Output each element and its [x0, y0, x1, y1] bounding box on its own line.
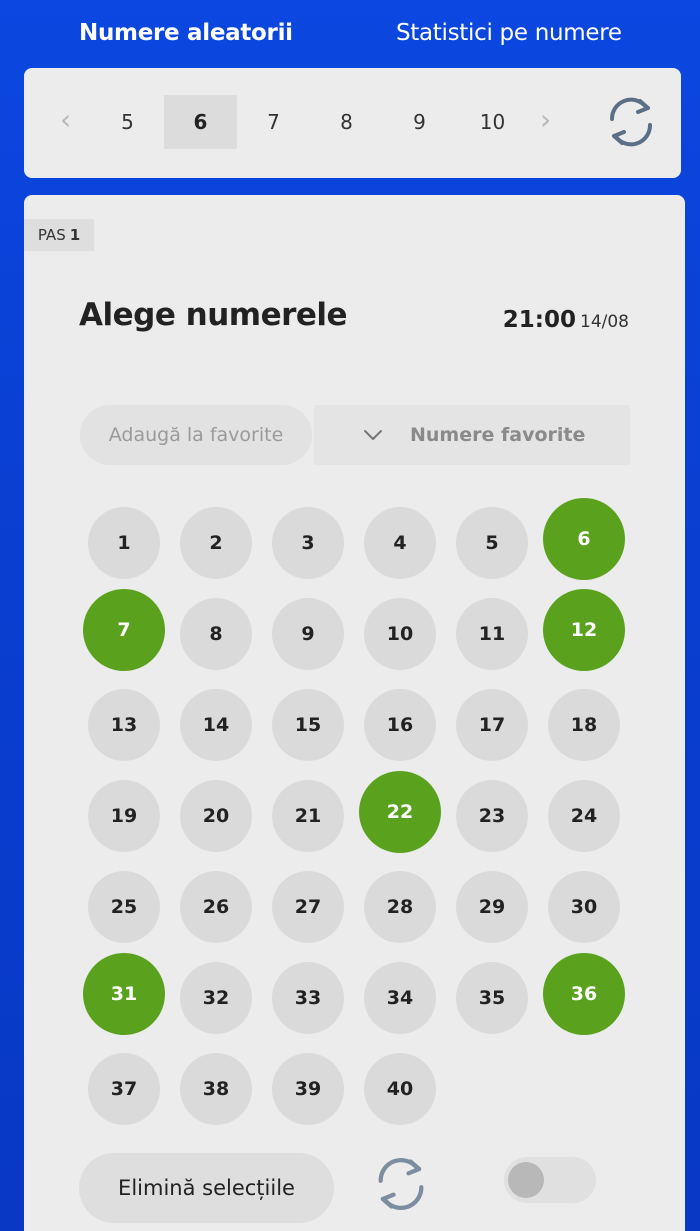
number-ball-selected[interactable]: 31	[83, 953, 165, 1035]
number-ball[interactable]: 20	[180, 780, 252, 852]
toggle-knob	[508, 1162, 544, 1198]
number-ball-selected[interactable]: 22	[359, 771, 441, 853]
number-ball[interactable]: 35	[456, 962, 528, 1034]
number-ball[interactable]: 23	[456, 780, 528, 852]
number-ball[interactable]: 37	[88, 1053, 160, 1125]
step-number: 1	[69, 226, 81, 244]
number-ball-selected[interactable]: 36	[543, 953, 625, 1035]
number-ball[interactable]: 26	[180, 871, 252, 943]
number-ball[interactable]: 4	[364, 507, 436, 579]
clear-selections-button[interactable]: Elimină selecțiile	[79, 1153, 334, 1223]
chevron-left-icon[interactable]: ‹	[60, 106, 71, 134]
add-to-favorites-button[interactable]: Adaugă la favorite	[80, 405, 312, 465]
number-ball[interactable]: 13	[88, 689, 160, 761]
chevron-down-icon	[364, 430, 382, 440]
number-ball[interactable]: 14	[180, 689, 252, 761]
page-title: Alege numerele	[79, 297, 348, 333]
number-ball[interactable]: 9	[272, 598, 344, 670]
number-ball-selected[interactable]: 7	[83, 589, 165, 671]
draw-option[interactable]: 10	[456, 95, 529, 149]
number-ball[interactable]: 11	[456, 598, 528, 670]
number-ball[interactable]: 5	[456, 507, 528, 579]
top-tabs: Numere aleatorii Statistici pe numere	[0, 0, 700, 68]
tab-random-numbers[interactable]: Numere aleatorii	[79, 20, 293, 46]
favorite-numbers-label: Numere favorite	[410, 424, 586, 446]
refresh-icon[interactable]	[602, 93, 660, 151]
number-ball[interactable]: 30	[548, 871, 620, 943]
number-ball[interactable]: 2	[180, 507, 252, 579]
draw-option-selected[interactable]: 6	[164, 95, 237, 149]
number-ball[interactable]: 17	[456, 689, 528, 761]
number-ball[interactable]: 39	[272, 1053, 344, 1125]
chevron-right-icon[interactable]: ›	[540, 106, 551, 134]
number-ball[interactable]: 29	[456, 871, 528, 943]
draw-time: 21:00 14/08	[503, 307, 629, 333]
number-ball[interactable]: 16	[364, 689, 436, 761]
number-ball-selected[interactable]: 6	[543, 498, 625, 580]
number-ball[interactable]: 25	[88, 871, 160, 943]
refresh-icon[interactable]	[370, 1153, 432, 1215]
number-ball[interactable]: 15	[272, 689, 344, 761]
number-ball[interactable]: 10	[364, 598, 436, 670]
draw-option[interactable]: 7	[237, 95, 310, 149]
number-ball[interactable]: 38	[180, 1053, 252, 1125]
number-ball[interactable]: 3	[272, 507, 344, 579]
number-ball[interactable]: 1	[88, 507, 160, 579]
number-ball[interactable]: 32	[180, 962, 252, 1034]
step-badge: PAS 1	[24, 219, 94, 251]
draw-option[interactable]: 8	[310, 95, 383, 149]
draw-time-hour: 21:00	[502, 307, 576, 333]
number-ball[interactable]: 24	[548, 780, 620, 852]
number-ball[interactable]: 8	[180, 598, 252, 670]
draw-option[interactable]: 5	[91, 95, 164, 149]
number-ball-selected[interactable]: 12	[543, 589, 625, 671]
toggle-switch[interactable]	[504, 1157, 596, 1203]
draw-count-selector: ‹ 5 6 7 8 9 10 ›	[24, 68, 681, 178]
favorite-numbers-dropdown[interactable]: Numere favorite	[314, 405, 630, 465]
draw-option[interactable]: 9	[383, 95, 456, 149]
number-selection-card: PAS 1 Alege numerele 21:00 14/08 Adaugă la…	[24, 195, 685, 1231]
number-ball[interactable]: 34	[364, 962, 436, 1034]
number-ball[interactable]: 33	[272, 962, 344, 1034]
number-ball[interactable]: 19	[88, 780, 160, 852]
number-ball[interactable]: 28	[364, 871, 436, 943]
number-ball[interactable]: 40	[364, 1053, 436, 1125]
step-label: PAS	[37, 226, 66, 244]
draw-date: 14/08	[580, 312, 629, 332]
number-ball[interactable]: 21	[272, 780, 344, 852]
number-ball[interactable]: 27	[272, 871, 344, 943]
tab-number-statistics[interactable]: Statistici pe numere	[396, 20, 622, 46]
number-ball[interactable]: 18	[548, 689, 620, 761]
